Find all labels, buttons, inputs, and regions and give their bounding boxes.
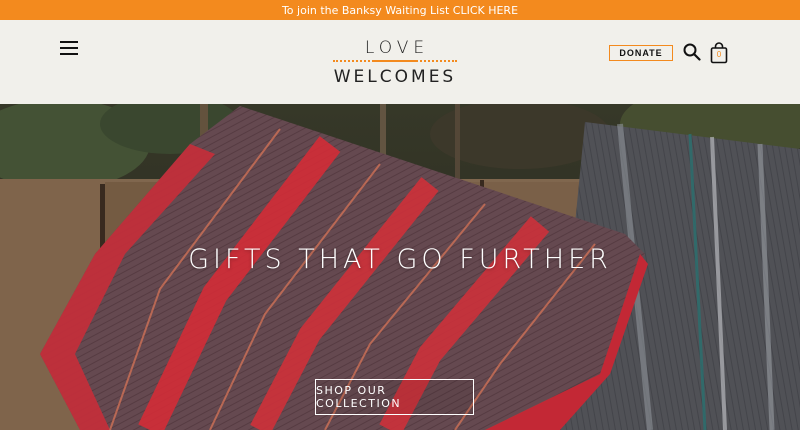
announcement-bar[interactable]: To join the Banksy Waiting List CLICK HE… <box>0 0 800 20</box>
search-icon[interactable] <box>683 43 701 61</box>
logo-divider <box>333 60 457 66</box>
shopping-bag-icon[interactable]: 0 <box>710 42 728 64</box>
hamburger-menu-icon[interactable] <box>60 40 78 56</box>
site-header: LOVE WELCOMES DONATE 0 <box>0 20 800 104</box>
shop-collection-button[interactable]: SHOP OUR COLLECTION <box>315 379 474 415</box>
logo-top-text: LOVE <box>364 38 430 58</box>
donate-button[interactable]: DONATE <box>609 45 673 61</box>
hero-title: GIFTS THAT GO FURTHER <box>188 244 612 275</box>
site-logo[interactable]: LOVE WELCOMES <box>333 38 457 87</box>
logo-bottom-text: WELCOMES <box>333 67 457 87</box>
cart-count: 0 <box>716 50 722 59</box>
announcement-text[interactable]: To join the Banksy Waiting List CLICK HE… <box>282 4 518 17</box>
hero-banner: GIFTS THAT GO FURTHER SHOP OUR COLLECTIO… <box>0 104 800 430</box>
